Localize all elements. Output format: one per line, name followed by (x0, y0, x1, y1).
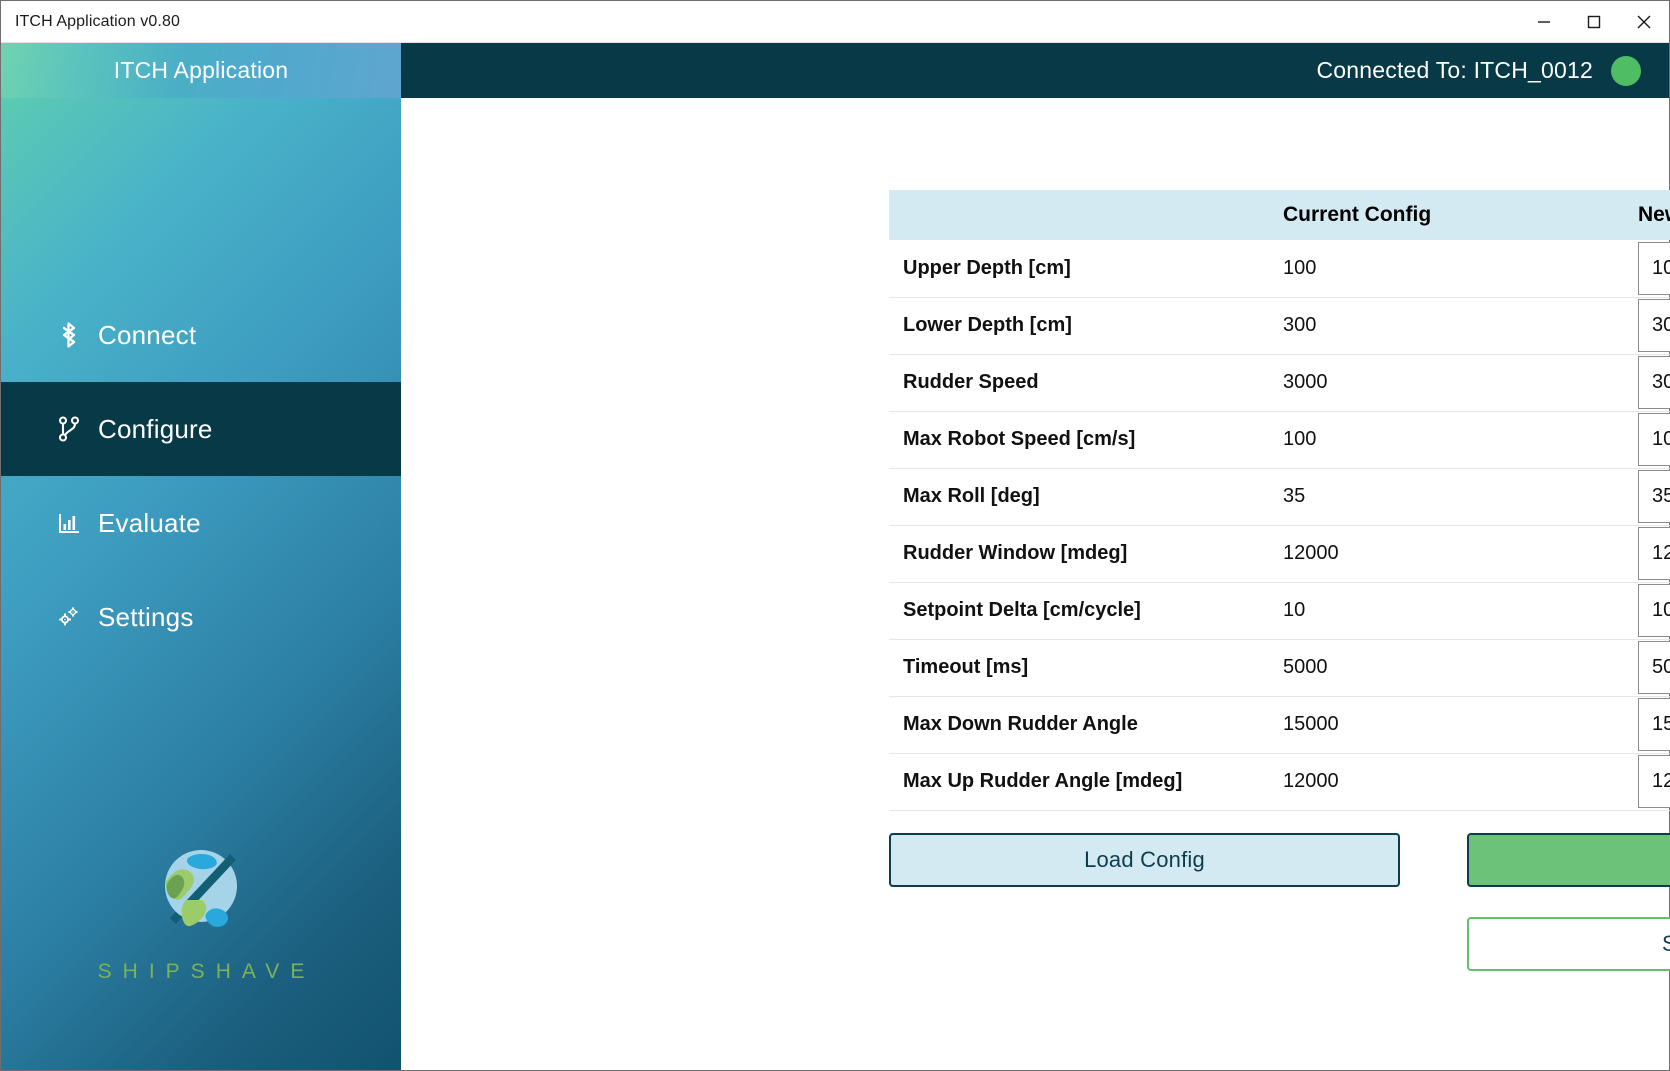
new-config-cell: 35 (1624, 468, 1670, 526)
new-config-input[interactable]: 15000 (1638, 698, 1670, 751)
main-area: Connected To: ITCH_0012 Current Config N… (401, 43, 1670, 1070)
maximize-button[interactable] (1569, 1, 1619, 42)
connection-status-dot-icon (1611, 55, 1641, 86)
upload-button[interactable]: Upload (1467, 832, 1670, 887)
sidebar-item-label: Settings (98, 601, 194, 632)
minimize-button[interactable] (1519, 1, 1569, 42)
sidebar-header-title: ITCH Application (113, 57, 289, 83)
column-header-new-config: New Config (1624, 190, 1670, 240)
new-config-input[interactable]: 12000 (1638, 527, 1670, 580)
new-config-input[interactable]: 5000 (1638, 641, 1670, 694)
sidebar-item-label: Configure (98, 413, 213, 444)
param-label: Max Roll [deg] (889, 468, 1269, 526)
new-config-cell: 5000 (1624, 639, 1670, 697)
connection-status-label: Connected To: ITCH_0012 (1316, 57, 1593, 83)
sidebar-item-label: Evaluate (98, 507, 201, 538)
window-title: ITCH Application v0.80 (15, 12, 180, 30)
current-value: 5000 (1269, 639, 1624, 697)
current-value: 300 (1269, 297, 1624, 355)
brand-name: SHIPSHAVE (97, 960, 316, 983)
right-button-column: Upload Save Config (1409, 832, 1670, 971)
column-header-parameter (889, 190, 1269, 240)
param-label: Max Robot Speed [cm/s] (889, 411, 1269, 469)
param-label: Setpoint Delta [cm/cycle] (889, 582, 1269, 640)
param-label: Max Up Rudder Angle [mdeg] (889, 753, 1269, 811)
sidebar-nav: Connect Configure Evaluate Settings (1, 288, 401, 664)
param-label: Max Down Rudder Angle (889, 696, 1269, 754)
content-area: Current Config New Config Upper Depth [c… (401, 98, 1670, 1070)
current-value: 12000 (1269, 525, 1624, 583)
new-config-cell: 12000 (1624, 753, 1670, 811)
table-row: Lower Depth [cm] 300 300 (889, 297, 1670, 355)
sidebar: ITCH Application Connect Configure Evalu… (1, 43, 401, 1070)
config-panel: Current Config New Config Upper Depth [c… (889, 190, 1670, 971)
maximize-icon (1583, 11, 1605, 33)
param-label: Rudder Window [mdeg] (889, 525, 1269, 583)
new-config-input[interactable]: 100 (1638, 413, 1670, 466)
param-label: Rudder Speed (889, 354, 1269, 412)
config-table: Current Config New Config Upper Depth [c… (889, 190, 1670, 811)
new-config-cell: 100 (1624, 240, 1670, 298)
table-header-row: Current Config New Config (889, 190, 1670, 240)
new-config-input[interactable]: 35 (1638, 470, 1670, 523)
save-config-button[interactable]: Save Config (1467, 916, 1670, 971)
config-table-body: Upper Depth [cm] 100 100 Lower Depth [cm… (889, 240, 1670, 811)
branch-icon (56, 414, 98, 444)
bluetooth-icon (56, 320, 98, 350)
new-config-cell: 10 (1624, 582, 1670, 640)
new-config-input[interactable]: 10 (1638, 584, 1670, 637)
column-header-current-config: Current Config (1269, 190, 1624, 240)
current-value: 100 (1269, 240, 1624, 298)
left-button-column: Load Config (889, 832, 1409, 971)
title-bar: ITCH Application v0.80 (1, 1, 1669, 43)
table-row: Timeout [ms] 5000 5000 (889, 639, 1670, 697)
new-config-cell: 300 (1624, 297, 1670, 355)
new-config-cell: 100 (1624, 411, 1670, 469)
current-value: 15000 (1269, 696, 1624, 754)
table-row: Rudder Window [mdeg] 12000 12000 (889, 525, 1670, 583)
shipshave-globe-logo-icon (158, 844, 244, 948)
gears-icon (56, 602, 98, 632)
bar-chart-icon (56, 508, 98, 538)
new-config-cell: 3000 (1624, 354, 1670, 412)
minimize-icon (1533, 11, 1555, 33)
current-value: 35 (1269, 468, 1624, 526)
close-button[interactable] (1619, 1, 1669, 42)
new-config-cell: 12000 (1624, 525, 1670, 583)
sidebar-item-label: Connect (98, 319, 197, 350)
table-row: Max Roll [deg] 35 35 (889, 468, 1670, 526)
table-row: Upper Depth [cm] 100 100 (889, 240, 1670, 298)
param-label: Lower Depth [cm] (889, 297, 1269, 355)
sidebar-item-settings[interactable]: Settings (1, 570, 401, 664)
connection-bar: Connected To: ITCH_0012 (401, 43, 1669, 98)
current-value: 12000 (1269, 753, 1624, 811)
sidebar-header: ITCH Application (1, 43, 401, 98)
table-row: Rudder Speed 3000 3000 (889, 354, 1670, 412)
brand-block: SHIPSHAVE (1, 844, 401, 984)
config-table-head: Current Config New Config (889, 190, 1670, 240)
load-config-button[interactable]: Load Config (889, 832, 1400, 887)
new-config-cell: 15000 (1624, 696, 1670, 754)
window-body: ITCH Application Connect Configure Evalu… (1, 43, 1670, 1070)
param-label: Upper Depth [cm] (889, 240, 1269, 298)
sidebar-item-configure[interactable]: Configure (1, 382, 401, 476)
current-value: 10 (1269, 582, 1624, 640)
param-label: Timeout [ms] (889, 639, 1269, 697)
sidebar-item-evaluate[interactable]: Evaluate (1, 476, 401, 570)
table-row: Max Up Rudder Angle [mdeg] 12000 12000 (889, 753, 1670, 811)
table-row: Setpoint Delta [cm/cycle] 10 10 (889, 582, 1670, 640)
current-value: 100 (1269, 411, 1624, 469)
table-row: Max Robot Speed [cm/s] 100 100 (889, 411, 1670, 469)
app-window: ITCH Application v0.80 ITCH Application (0, 0, 1670, 1071)
action-buttons: Load Config Upload Save Config (889, 832, 1670, 971)
new-config-input[interactable]: 3000 (1638, 356, 1670, 409)
new-config-input[interactable]: 300 (1638, 299, 1670, 352)
new-config-input[interactable]: 12000 (1638, 755, 1670, 808)
new-config-input[interactable]: 100 (1638, 241, 1670, 295)
table-row: Max Down Rudder Angle 15000 15000 (889, 696, 1670, 754)
close-icon (1633, 11, 1655, 33)
sidebar-item-connect[interactable]: Connect (1, 288, 401, 382)
current-value: 3000 (1269, 354, 1624, 412)
